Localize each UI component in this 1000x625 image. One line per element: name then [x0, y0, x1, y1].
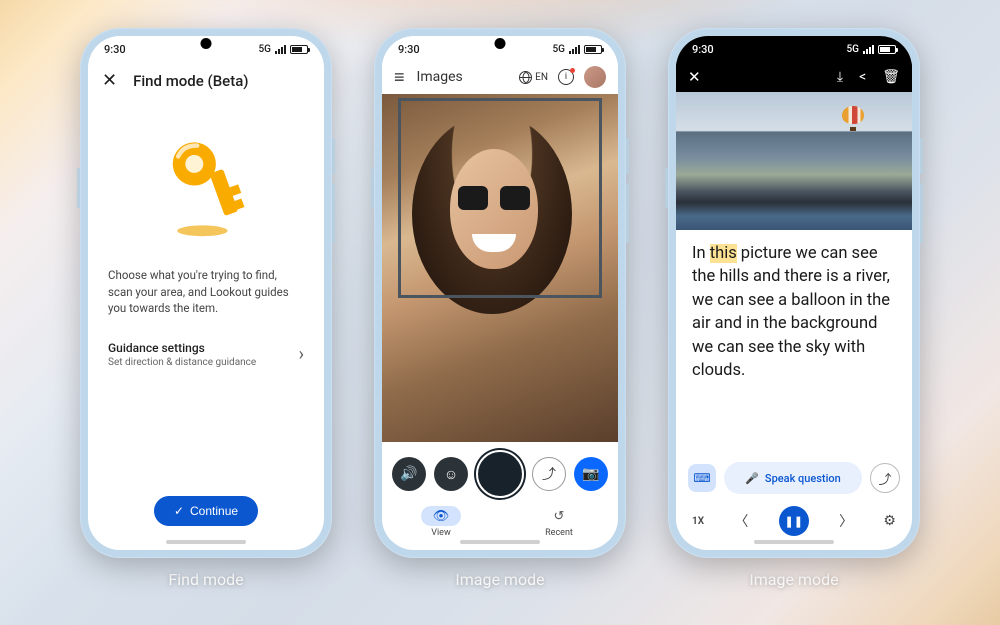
phone-find-mode: 9:30 5G ✕ Find mode (Beta) [80, 28, 332, 558]
tab-recent-label: Recent [545, 528, 573, 538]
home-indicator[interactable] [754, 540, 834, 544]
caption-image-mode-2: Image mode [749, 570, 838, 589]
upload-icon: ⤴ [878, 469, 891, 488]
signal-icon [569, 44, 580, 54]
check-icon: ✓ [174, 504, 184, 518]
signal-icon [863, 44, 874, 54]
camera-mode-button[interactable]: 📷 [574, 457, 608, 491]
playback-speed[interactable]: 1X [692, 516, 704, 527]
prev-button[interactable]: 〈 [734, 511, 748, 531]
status-network: 5G [259, 44, 272, 55]
camera-viewfinder [382, 94, 618, 442]
mic-icon: 🎤 [745, 472, 759, 485]
image-description: In this picture we can see the hills and… [676, 230, 912, 456]
camera-punch-hole [201, 38, 212, 49]
tab-recent[interactable]: ↺ Recent [539, 506, 579, 538]
status-time: 9:30 [104, 43, 126, 56]
caption-image-mode-1: Image mode [455, 570, 544, 589]
audio-button[interactable]: 🔊 [392, 457, 426, 491]
tab-view-label: View [431, 528, 450, 538]
avatar[interactable] [584, 66, 606, 88]
guidance-settings-row[interactable]: Guidance settings Set direction & distan… [108, 341, 304, 368]
history-icon: ↺ [554, 509, 565, 524]
speak-label: Speak question [765, 472, 841, 485]
upload-button[interactable]: ⤴ [532, 457, 566, 491]
detection-frame [398, 98, 602, 298]
eye-icon: 👁 [433, 509, 450, 524]
continue-button[interactable]: ✓ Continue [154, 496, 258, 526]
status-network: 5G [847, 44, 860, 55]
globe-icon [519, 71, 532, 84]
phone-image-mode-result: 9:30 5G ✕ ⤓ < 🗑 [668, 28, 920, 558]
upload-icon: ⤴ [542, 464, 556, 484]
key-illustration [161, 129, 251, 239]
status-network: 5G [553, 44, 566, 55]
home-indicator[interactable] [460, 540, 540, 544]
result-image [676, 92, 912, 230]
keyboard-button[interactable]: ⌨ [688, 464, 716, 492]
info-icon[interactable]: i [558, 69, 574, 85]
status-time: 9:30 [692, 43, 714, 56]
speak-question-button[interactable]: 🎤 Speak question [724, 462, 862, 494]
app-bar: ≡ Images EN i [382, 62, 618, 94]
battery-icon [878, 45, 896, 54]
continue-label: Continue [190, 504, 238, 518]
chevron-right-icon: › [299, 344, 304, 365]
settings-title: Guidance settings [108, 341, 256, 355]
battery-icon [584, 45, 602, 54]
menu-icon[interactable]: ≡ [394, 67, 405, 88]
pause-icon: ❚❚ [785, 515, 803, 528]
status-time: 9:30 [398, 43, 420, 56]
highlighted-word: this [710, 244, 737, 263]
speaker-icon: 🔊 [400, 466, 417, 482]
delete-icon[interactable]: 🗑 [882, 69, 900, 85]
settings-gear-icon[interactable]: ⚙ [883, 513, 896, 529]
download-icon[interactable]: ⤓ [837, 69, 843, 85]
keyboard-icon: ⌨ [693, 471, 710, 485]
page-title: Find mode (Beta) [133, 72, 248, 90]
pause-button[interactable]: ❚❚ [779, 506, 809, 536]
balloon-graphic [842, 106, 864, 131]
signal-icon [275, 44, 286, 54]
language-selector[interactable]: EN [519, 71, 548, 84]
tab-view[interactable]: 👁 View [421, 506, 461, 538]
caption-find-mode: Find mode [168, 570, 243, 589]
camera-icon: 📷 [582, 466, 599, 482]
battery-icon [290, 45, 308, 54]
settings-subtitle: Set direction & distance guidance [108, 357, 256, 368]
shutter-button[interactable] [476, 450, 524, 498]
next-button[interactable]: 〉 [839, 511, 853, 531]
camera-punch-hole [495, 38, 506, 49]
camera-punch-hole [789, 38, 800, 49]
share-icon[interactable]: < [859, 69, 866, 85]
submit-button[interactable]: ⤴ [870, 463, 900, 493]
home-indicator[interactable] [166, 540, 246, 544]
description-text: Choose what you're trying to find, scan … [108, 267, 304, 317]
face-mode-button[interactable]: ☺ [434, 457, 468, 491]
language-code: EN [535, 72, 548, 83]
section-label: Images [417, 69, 463, 85]
face-icon: ☺ [444, 466, 458, 483]
phone-image-mode-camera: 9:30 5G ≡ Images EN i [374, 28, 626, 558]
close-icon[interactable]: ✕ [688, 68, 701, 86]
close-icon[interactable]: ✕ [102, 70, 117, 91]
